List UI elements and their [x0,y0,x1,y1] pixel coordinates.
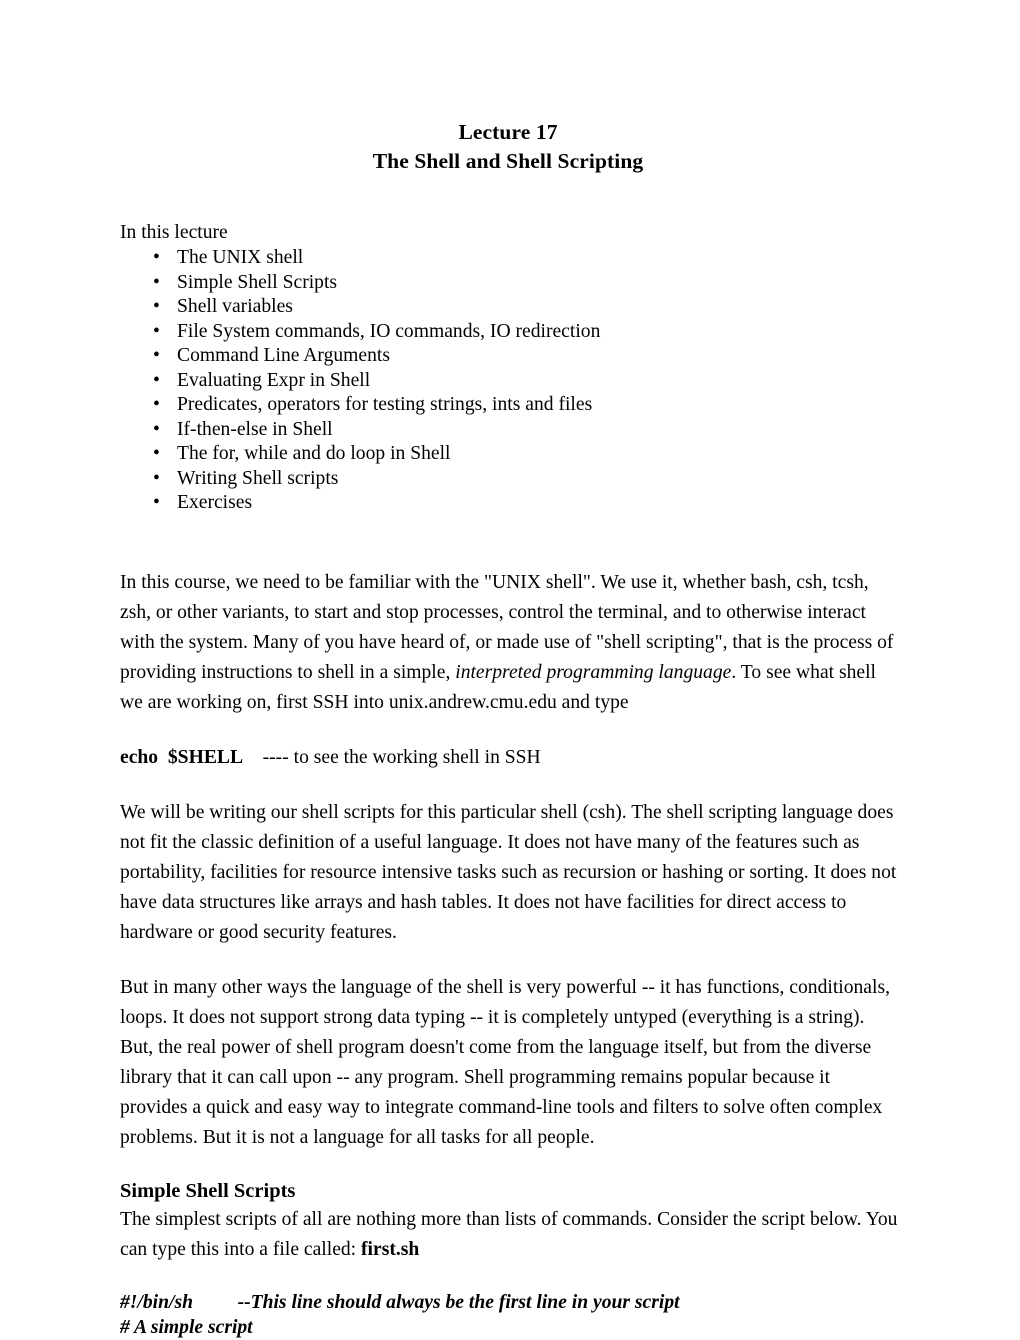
bullet-icon: • [153,443,160,464]
lecture-outline-list: • The UNIX shell • Simple Shell Scripts • S… [120,246,898,516]
paragraph-shell-power: But in many other ways the language of t… [120,976,890,1148]
list-item-label: Exercises [177,492,253,513]
list-item-label: File System commands, IO commands, IO re… [177,320,601,342]
list-item: • File System commands, IO commands, IO r… [120,320,898,345]
list-item-label: Shell variables [177,296,293,317]
list-item-label: Command Line Arguments [177,345,390,366]
title-line-lecture-number: Lecture 17 [458,120,558,144]
section-heading-simple-shell-scripts: Simple Shell Scripts [120,1179,296,1202]
script-line-shebang: #!/bin/sh --This line should always be t… [120,1291,680,1313]
title-line-subject: The Shell and Shell Scripting [372,149,644,173]
list-item: • Predicates, operators for testing strin… [120,393,898,418]
list-item-label: Evaluating Expr in Shell [177,369,371,391]
list-item-label: Writing Shell scripts [177,467,339,489]
bullet-icon: • [153,369,160,391]
paragraph-csh-limitations: We will be writing our shell scripts for… [120,801,897,943]
bullet-icon: • [153,320,160,342]
bullet-icon: • [153,271,160,293]
list-item-label: Predicates, operators for testing string… [177,394,593,415]
document-page: Lecture 17 The Shell and Shell Scripting… [0,0,1020,1338]
shell-command-comment: ---- to see the working shell in SSH [243,746,541,768]
list-item: • Shell variables [120,295,898,320]
list-item-label: The for, while and do loop in Shell [177,443,451,464]
paragraph-intro-to-shell: In this course, we need to be familiar w… [120,568,898,718]
emphasis-interpreted-programming-language: interpreted programming language [455,661,732,683]
bullet-icon: • [153,418,160,440]
bullet-icon: • [153,492,160,513]
list-item: • Exercises [120,491,898,516]
lecture-outline-label: In this lecture [120,222,228,243]
paragraph-simplest-scripts: The simplest scripts of all are nothing … [120,1205,898,1265]
document-title-block: Lecture 17 The Shell and Shell Scripting [120,118,896,176]
bullet-icon: • [153,247,160,268]
bullet-icon: • [153,394,160,415]
bullet-icon: • [153,467,160,489]
list-item: • The for, while and do loop in Shell [120,442,898,467]
list-item-label: If-then-else in Shell [177,418,333,440]
list-item-label: The UNIX shell [177,247,304,268]
shell-command-text: echo $SHELL [120,746,244,768]
list-item: • If-then-else in Shell [120,418,898,443]
bullet-icon: • [153,296,160,317]
script-line-comment: # A simple script [120,1316,253,1338]
document-body: In this lecture • The UNIX shell • Simple … [120,220,898,1340]
list-item: • Writing Shell scripts [120,467,898,492]
paragraph-text-part-1: The simplest scripts of all are nothing … [120,1208,898,1260]
list-item-label: Simple Shell Scripts [177,271,338,293]
list-item: • Simple Shell Scripts [120,271,898,296]
list-item: • The UNIX shell [120,246,898,271]
shell-command-example: echo $SHELL ---- to see the working shel… [120,743,898,773]
filename-first-sh: first.sh [361,1238,420,1260]
list-item: • Evaluating Expr in Shell [120,369,898,394]
list-item: • Command Line Arguments [120,344,898,369]
bullet-icon: • [153,345,160,366]
